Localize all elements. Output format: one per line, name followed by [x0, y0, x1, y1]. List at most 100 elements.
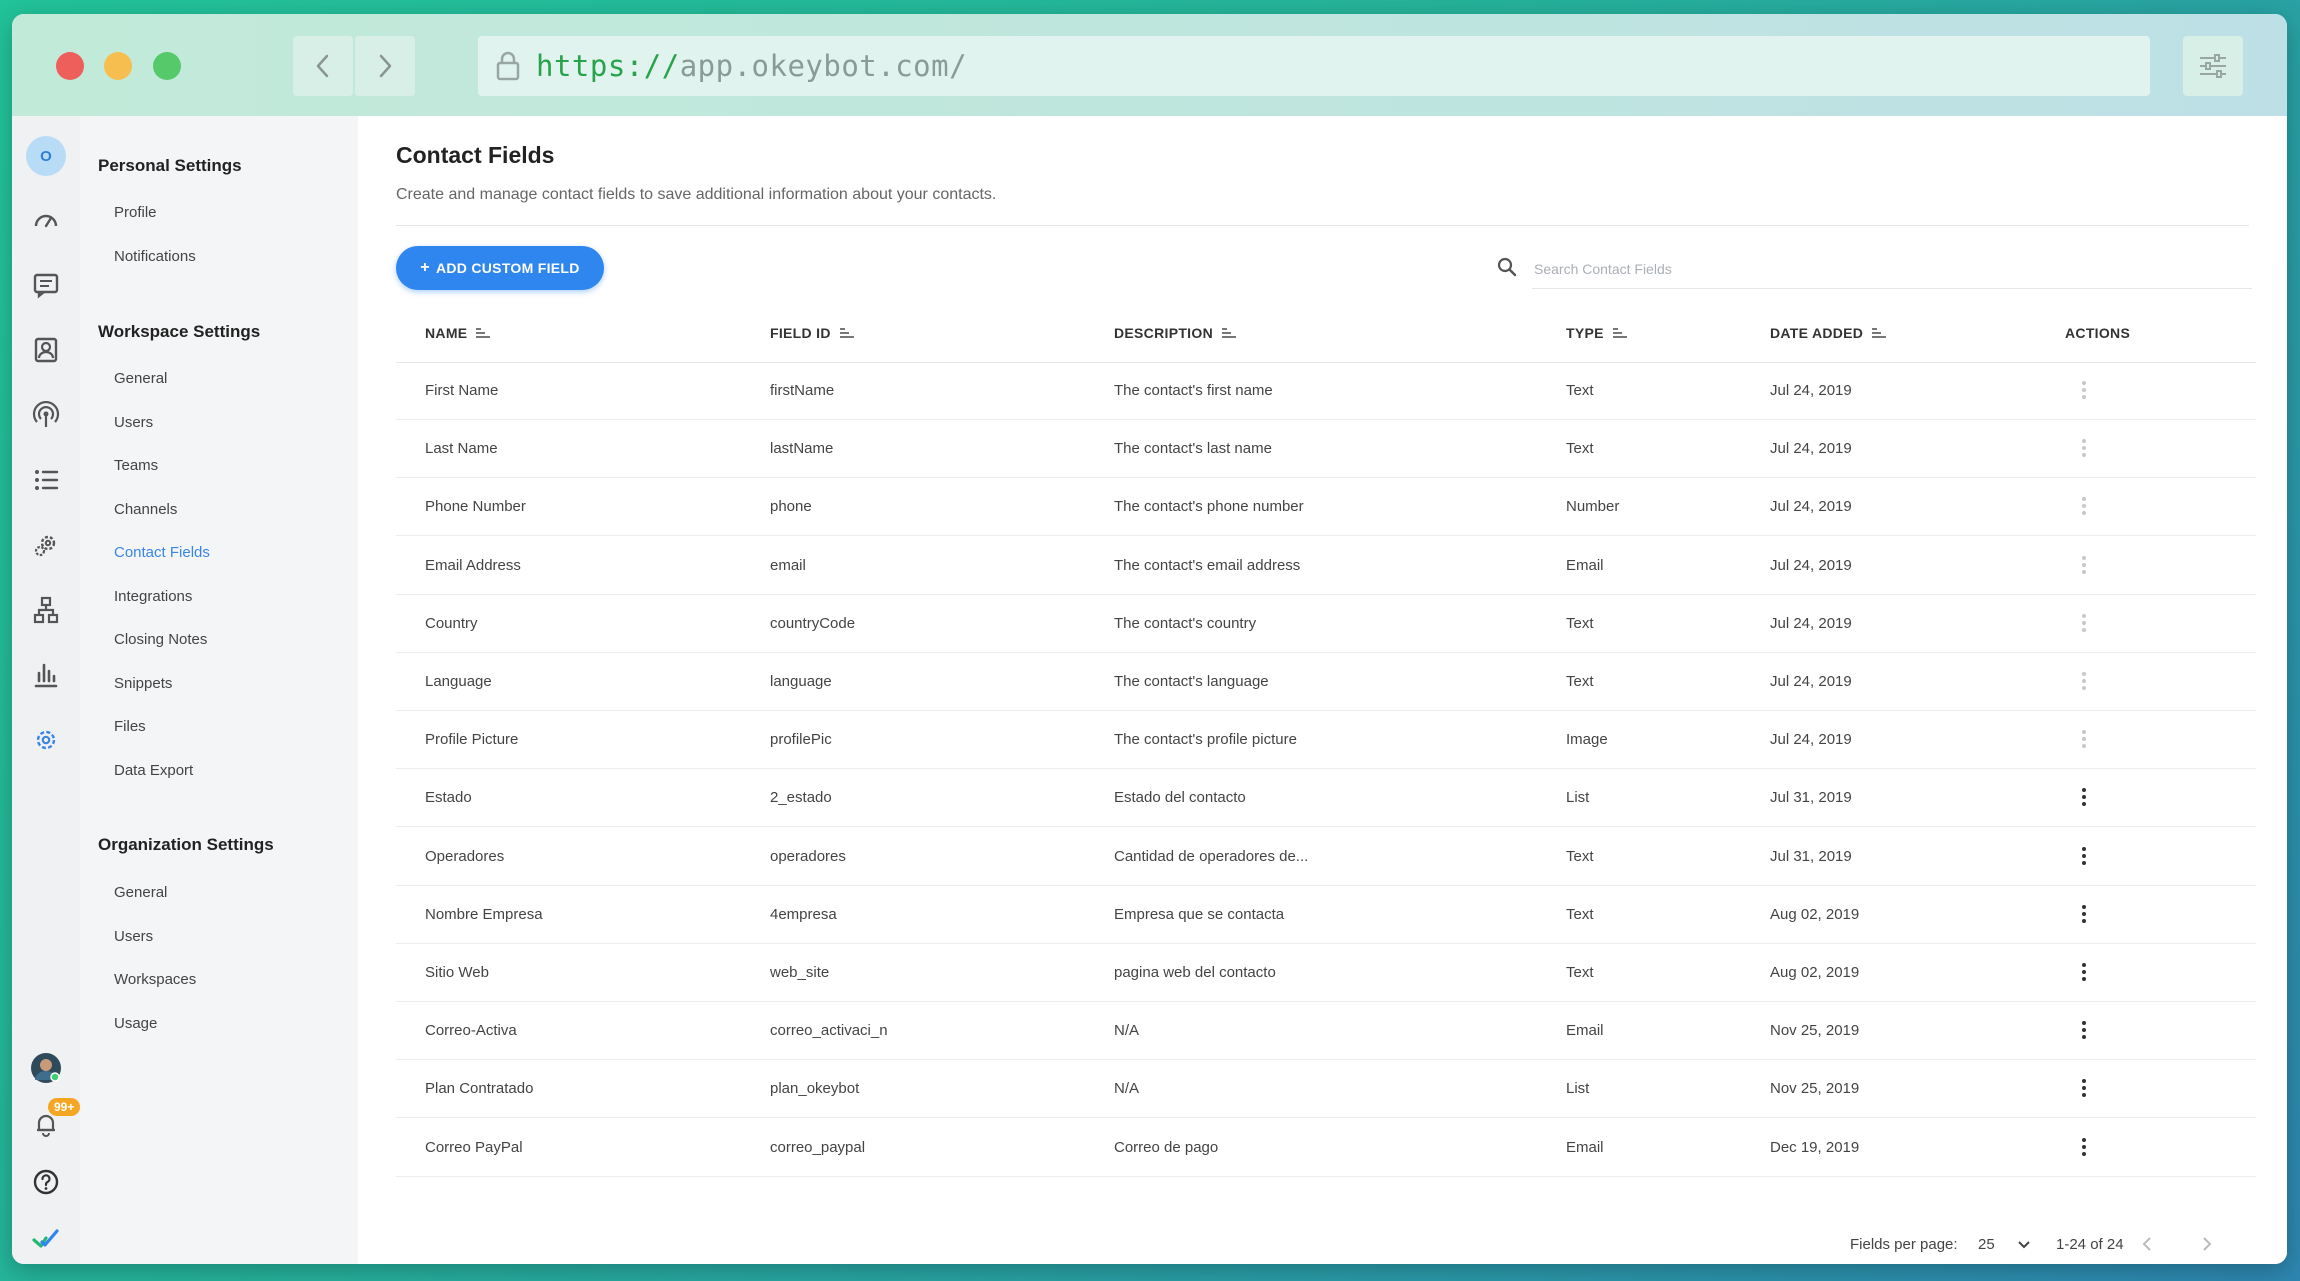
table-row[interactable]: Phone Number phone The contact's phone num…	[396, 478, 2256, 537]
cell-description: N/A	[1114, 1022, 1140, 1040]
user-avatar[interactable]	[26, 1048, 66, 1088]
table-row[interactable]: Country countryCode The contact's country T…	[396, 595, 2256, 653]
nav-item-org-general[interactable]: General	[114, 884, 167, 901]
plus-icon: +	[420, 259, 430, 276]
main-content: Contact Fields Create and manage contact…	[358, 116, 2287, 1264]
add-custom-field-button[interactable]: + ADD CUSTOM FIELD	[396, 246, 604, 290]
table-row[interactable]: Language language The contact's language Te…	[396, 653, 2256, 711]
hierarchy-icon[interactable]	[26, 590, 66, 630]
maximize-window-button[interactable]	[153, 52, 181, 80]
nav-item-usage[interactable]: Usage	[114, 1015, 157, 1032]
next-page-button[interactable]	[2196, 1234, 2216, 1254]
workspace-settings-heading: Workspace Settings	[98, 322, 261, 341]
nav-item-org-users[interactable]: Users	[114, 928, 153, 945]
nav-item-workspaces[interactable]: Workspaces	[114, 971, 196, 988]
organization-settings-heading: Organization Settings	[98, 835, 274, 854]
table-row[interactable]: Operadores operadores Cantidad de operador…	[396, 828, 2256, 886]
table-row[interactable]: Correo-Activa correo_activaci_n N/A Email No…	[396, 1002, 2256, 1061]
add-custom-field-label: ADD CUSTOM FIELD	[435, 260, 580, 276]
cell-field-id: 4empresa	[770, 905, 837, 923]
nav-item-general[interactable]: General	[114, 370, 167, 387]
app-window: https://app.okeybot.com/ O 99+ Personal …	[12, 14, 2287, 1264]
dashboard-icon[interactable]	[26, 200, 66, 240]
row-actions-button[interactable]	[2073, 611, 2095, 635]
cell-field-id: plan_okeybot	[770, 1080, 860, 1098]
row-actions-button[interactable]	[2073, 669, 2095, 693]
chevron-right-icon	[379, 54, 392, 78]
back-button[interactable]	[293, 36, 353, 96]
nav-item-files[interactable]: Files	[114, 718, 146, 735]
contacts-icon[interactable]	[26, 330, 66, 370]
list-icon[interactable]	[26, 460, 66, 500]
nav-item-users[interactable]: Users	[114, 414, 153, 431]
row-actions-button[interactable]	[2073, 436, 2095, 460]
row-actions-button[interactable]	[2073, 1018, 2095, 1042]
row-actions-button[interactable]	[2073, 902, 2095, 926]
cell-date-added: Aug 02, 2019	[1770, 964, 1860, 981]
search-input[interactable]	[1532, 250, 2252, 289]
table-row[interactable]: Estado 2_estado Estado del contacto List Jul…	[396, 769, 2256, 828]
row-actions-button[interactable]	[2073, 960, 2095, 984]
nav-item-contact-fields[interactable]: Contact Fields	[114, 544, 210, 561]
column-header-field-id[interactable]: FIELD ID	[770, 325, 855, 341]
cell-description: pagina web del contacto	[1114, 964, 1276, 981]
row-actions-button[interactable]	[2073, 1135, 2095, 1159]
nav-item-snippets[interactable]: Snippets	[114, 675, 172, 692]
table-row[interactable]: Email Address email The contact's email ad…	[396, 537, 2256, 595]
cell-type: List	[1566, 1080, 1590, 1098]
minimize-window-button[interactable]	[104, 52, 132, 80]
column-header-type[interactable]: TYPE	[1566, 325, 1628, 341]
contact-fields-table: NAME FIELD ID DESCRIPTION TYPE DATE ADDE…	[396, 306, 2256, 1202]
cell-date-added: Jul 24, 2019	[1770, 440, 1852, 458]
column-header-description[interactable]: DESCRIPTION	[1114, 325, 1237, 341]
cell-description: Cantidad de operadores de...	[1114, 847, 1309, 865]
broadcast-icon[interactable]	[26, 395, 66, 435]
analytics-icon[interactable]	[26, 655, 66, 695]
table-row[interactable]: Sitio Web web_site pagina web del contacto…	[396, 944, 2256, 1002]
table-row[interactable]: Profile Picture profilePic The contact's p…	[396, 711, 2256, 770]
help-icon[interactable]	[26, 1162, 66, 1202]
sliders-icon	[2200, 54, 2226, 78]
fields-per-page-label: Fields per page:	[1850, 1236, 1958, 1253]
row-actions-button[interactable]	[2073, 727, 2095, 751]
table-row[interactable]: Last Name lastName The contact's last name…	[396, 420, 2256, 479]
table-row[interactable]: Correo PayPal correo_paypal Correo de pago…	[396, 1119, 2256, 1177]
automation-icon[interactable]	[26, 525, 66, 565]
notifications-button[interactable]: 99+	[26, 1098, 81, 1144]
nav-item-integrations[interactable]: Integrations	[114, 588, 192, 605]
table-row[interactable]: Nombre Empresa 4empresa Empresa que se con…	[396, 886, 2256, 944]
cell-description: The contact's profile picture	[1114, 731, 1297, 749]
chat-icon[interactable]	[26, 265, 66, 305]
row-actions-button[interactable]	[2073, 553, 2095, 577]
column-header-date-added[interactable]: DATE ADDED	[1770, 325, 1887, 341]
table-header: NAME FIELD ID DESCRIPTION TYPE DATE ADDE…	[396, 306, 2256, 363]
nav-item-profile[interactable]: Profile	[114, 204, 157, 221]
table-row[interactable]: Plan Contratado plan_okeybot N/A List Nov 25…	[396, 1060, 2256, 1119]
address-bar[interactable]: https://app.okeybot.com/	[478, 36, 2150, 96]
column-header-name[interactable]: NAME	[425, 325, 491, 341]
chevron-left-icon	[2142, 1237, 2151, 1251]
workspace-avatar[interactable]: O	[26, 136, 66, 176]
row-actions-button[interactable]	[2073, 785, 2095, 809]
notification-badge: 99+	[48, 1098, 81, 1116]
previous-page-button[interactable]	[2138, 1234, 2158, 1254]
nav-item-channels[interactable]: Channels	[114, 501, 177, 518]
nav-item-teams[interactable]: Teams	[114, 457, 158, 474]
nav-item-notifications[interactable]: Notifications	[114, 248, 196, 265]
browser-settings-button[interactable]	[2183, 36, 2243, 96]
table-row[interactable]: First Name firstName The contact's first n…	[396, 362, 2256, 420]
cell-date-added: Jul 31, 2019	[1770, 789, 1852, 807]
fields-per-page-select[interactable]: 25	[1978, 1236, 2031, 1253]
row-actions-button[interactable]	[2073, 378, 2095, 402]
row-actions-button[interactable]	[2073, 1076, 2095, 1100]
settings-icon[interactable]	[26, 720, 66, 760]
more-vertical-icon	[2082, 1020, 2086, 1041]
nav-item-closing-notes[interactable]: Closing Notes	[114, 631, 207, 648]
row-actions-button[interactable]	[2073, 494, 2095, 518]
row-actions-button[interactable]	[2073, 844, 2095, 868]
cell-name: Country	[425, 614, 478, 632]
forward-button[interactable]	[355, 36, 415, 96]
close-window-button[interactable]	[56, 52, 84, 80]
nav-item-data-export[interactable]: Data Export	[114, 762, 193, 779]
cell-field-id: profilePic	[770, 731, 832, 749]
